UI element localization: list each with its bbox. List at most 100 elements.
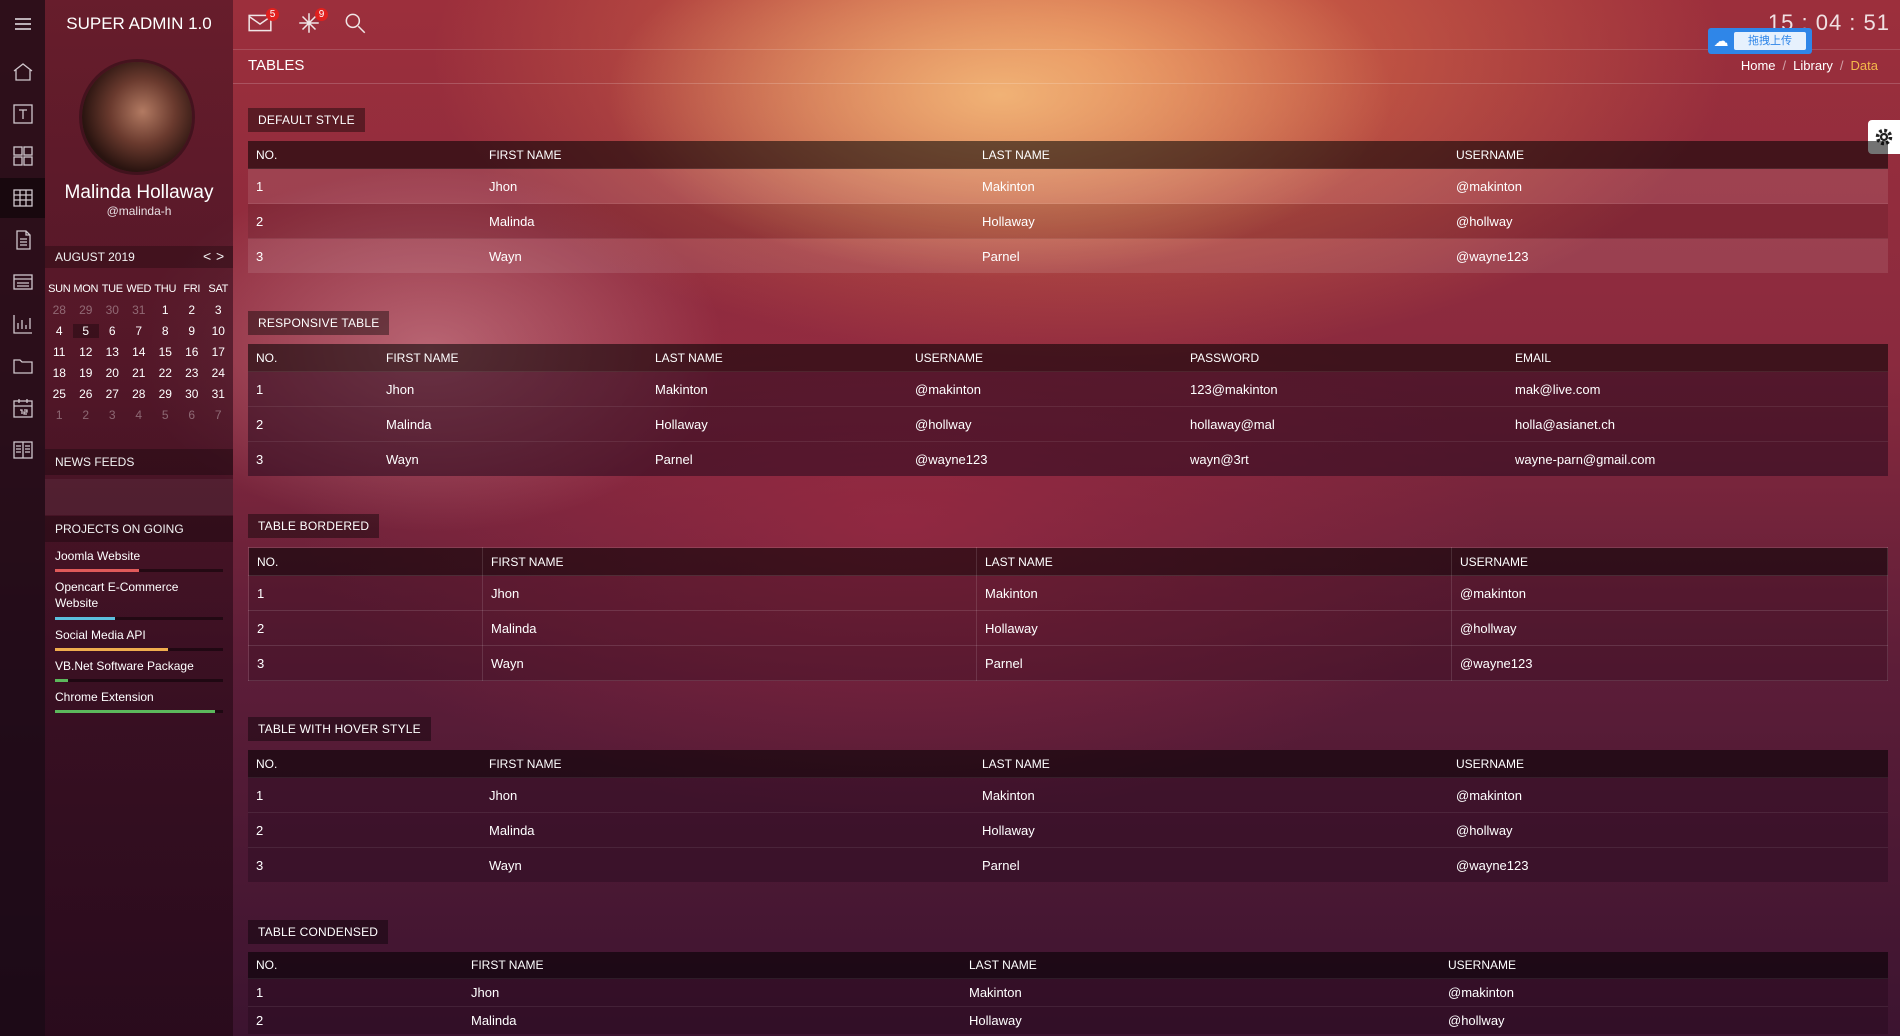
table-cell: Parnel — [976, 645, 1452, 681]
calendar-day[interactable]: 3 — [99, 408, 126, 422]
nav-tables[interactable] — [0, 178, 45, 218]
nav-widgets[interactable] — [0, 136, 45, 176]
calendar-day[interactable]: 19 — [73, 366, 100, 380]
table-cell: Wayn — [482, 645, 977, 681]
weekday-tue: TUE — [101, 282, 123, 295]
project-name: Social Media API — [55, 628, 146, 642]
search-button[interactable] — [342, 10, 372, 40]
table-cell: @hollway — [1440, 1006, 1888, 1034]
calendar-day[interactable]: 26 — [73, 387, 100, 401]
calendar-day[interactable]: 29 — [152, 387, 179, 401]
calendar-day[interactable]: 27 — [99, 387, 126, 401]
nav-files[interactable] — [0, 346, 45, 386]
calendar-day[interactable]: 4 — [46, 324, 73, 338]
table-cell: 2 — [248, 406, 378, 442]
nav-calendar[interactable] — [0, 388, 45, 428]
projects-header[interactable]: PROJECTS ON GOING — [45, 516, 233, 542]
calendar-next-button[interactable]: > — [216, 246, 224, 266]
table-cell: Jhon — [378, 371, 647, 407]
calendar-day-selected[interactable]: 5 — [72, 323, 99, 338]
calendar-day[interactable]: 1 — [152, 303, 179, 317]
breadcrumb-library[interactable]: Library — [1793, 58, 1833, 73]
calendar-day[interactable]: 6 — [179, 408, 206, 422]
project-progress-track — [55, 569, 223, 572]
section-label-hover: TABLE WITH HOVER STYLE — [248, 717, 431, 741]
nav-layouts[interactable] — [0, 430, 45, 470]
nav-typography[interactable] — [0, 94, 45, 134]
calendar-day[interactable]: 24 — [205, 366, 232, 380]
calendar-day[interactable]: 8 — [152, 324, 179, 338]
calendar-day[interactable]: 2 — [179, 303, 206, 317]
project-progress-bar — [55, 710, 215, 713]
nav-forms[interactable] — [0, 262, 45, 302]
grid-icon — [12, 146, 33, 166]
calendar-day[interactable]: 15 — [152, 345, 179, 359]
notifications-button[interactable]: 9 — [296, 8, 328, 40]
hamburger-icon — [14, 18, 31, 30]
table-cell: @hollway — [1451, 610, 1888, 646]
calendar-day[interactable]: 20 — [99, 366, 126, 380]
calendar-day[interactable]: 7 — [126, 324, 153, 338]
calendar-day[interactable]: 22 — [152, 366, 179, 380]
table-cell: Jhon — [463, 978, 961, 1007]
upload-label: 拖拽上传 — [1734, 32, 1806, 50]
form-icon — [12, 274, 33, 290]
calendar-day[interactable]: 25 — [46, 387, 73, 401]
calendar-day[interactable]: 17 — [205, 345, 232, 359]
menu-toggle-button[interactable] — [0, 4, 45, 44]
news-feeds-header[interactable]: NEWS FEEDS — [45, 449, 233, 475]
calendar-day[interactable]: 29 — [73, 303, 100, 317]
table-row[interactable]: 2 Malinda Hollaway @hollway — [248, 812, 1888, 848]
calendar-day[interactable]: 13 — [99, 345, 126, 359]
column-header: USERNAME — [1451, 547, 1888, 576]
table-cell: @makinton — [1448, 777, 1888, 813]
calendar-day[interactable]: 11 — [46, 345, 73, 359]
calendar-prev-button[interactable]: < — [203, 246, 211, 266]
calendar-day[interactable]: 1 — [46, 408, 73, 422]
calendar-day[interactable]: 3 — [205, 303, 232, 317]
column-header: USERNAME — [1448, 750, 1888, 778]
table-cell: @makinton — [907, 371, 1182, 407]
calendar-day[interactable]: 5 — [152, 408, 179, 422]
calendar-day[interactable]: 10 — [205, 324, 232, 338]
weekday-mon: MON — [73, 282, 99, 295]
messages-button[interactable]: 5 — [247, 8, 279, 40]
calendar-day[interactable]: 21 — [126, 366, 153, 380]
project-name: Joomla Website — [55, 549, 141, 563]
calendar-day[interactable]: 30 — [99, 303, 126, 317]
calendar-day[interactable]: 7 — [205, 408, 232, 422]
table-cell: Wayn — [481, 238, 974, 273]
messages-badge: 5 — [266, 8, 279, 21]
calendar-day[interactable]: 28 — [46, 303, 73, 317]
nav-documents[interactable] — [0, 220, 45, 260]
table-cell: Makinton — [974, 777, 1448, 813]
section-label-bordered: TABLE BORDERED — [248, 514, 380, 538]
calendar-day[interactable]: 16 — [179, 345, 206, 359]
calendar-day[interactable]: 31 — [126, 303, 153, 317]
calendar-icon — [12, 399, 33, 418]
column-header: FIRST NAME — [481, 141, 974, 169]
calendar-day[interactable]: 6 — [99, 324, 126, 338]
avatar[interactable] — [82, 62, 192, 172]
calendar-day[interactable]: 30 — [179, 387, 206, 401]
calendar-day[interactable]: 18 — [46, 366, 73, 380]
calendar-day[interactable]: 4 — [126, 408, 153, 422]
table-row[interactable]: 1 Jhon Makinton @makinton — [248, 777, 1888, 813]
calendar-day[interactable]: 9 — [179, 324, 206, 338]
calendar-day[interactable]: 14 — [126, 345, 153, 359]
table-header-row: NO. FIRST NAME LAST NAME USERNAME PASSWO… — [248, 344, 1888, 372]
calendar-day[interactable]: 28 — [126, 387, 153, 401]
breadcrumb-home[interactable]: Home — [1741, 58, 1776, 73]
column-header: NO. — [248, 547, 483, 576]
calendar-day[interactable]: 31 — [205, 387, 232, 401]
nav-home[interactable] — [0, 52, 45, 92]
calendar-day[interactable]: 23 — [179, 366, 206, 380]
column-header: FIRST NAME — [481, 750, 974, 778]
upload-button[interactable]: ☁ 拖拽上传 — [1708, 28, 1812, 54]
table-cell: hollaway@mal — [1182, 406, 1507, 442]
table-cell: @wayne123 — [1448, 847, 1888, 882]
calendar-day[interactable]: 12 — [73, 345, 100, 359]
calendar-day[interactable]: 2 — [73, 408, 100, 422]
nav-charts[interactable] — [0, 304, 45, 344]
table-row[interactable]: 3 Wayn Parnel @wayne123 — [248, 847, 1888, 882]
